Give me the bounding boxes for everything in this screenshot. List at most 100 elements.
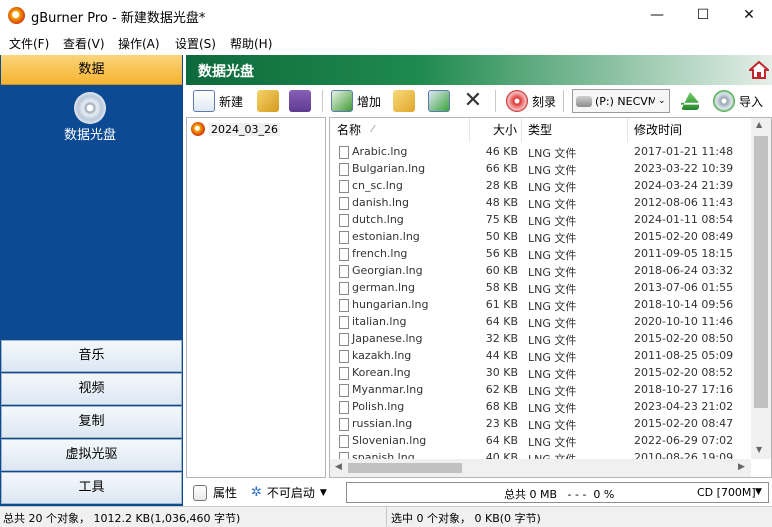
table-row[interactable]: Korean.lng 30 KB LNG 文件 2015-02-20 08:52 bbox=[330, 365, 750, 382]
table-row[interactable]: german.lng 58 KB LNG 文件 2013-07-06 01:55 bbox=[330, 280, 750, 297]
column-name-label: 名称 bbox=[337, 123, 362, 137]
menu-help[interactable]: 帮助(H) bbox=[230, 35, 272, 52]
import-disc-icon bbox=[713, 90, 735, 112]
menu-settings[interactable]: 设置(S) bbox=[175, 35, 216, 52]
file-size: 64 KB bbox=[485, 315, 518, 328]
table-row[interactable]: dutch.lng 75 KB LNG 文件 2024-01-11 08:54 bbox=[330, 212, 750, 229]
new-button-label: 新建 bbox=[219, 94, 244, 109]
menu-view[interactable]: 查看(V) bbox=[63, 35, 105, 52]
new-folder-button[interactable] bbox=[393, 88, 415, 114]
table-row[interactable]: Japanese.lng 32 KB LNG 文件 2015-02-20 08:50 bbox=[330, 331, 750, 348]
media-size-value: CD [700M] bbox=[697, 486, 756, 499]
table-row[interactable]: hungarian.lng 61 KB LNG 文件 2018-10-14 09:56 bbox=[330, 297, 750, 314]
table-row[interactable]: russian.lng 23 KB LNG 文件 2015-02-20 08:47 bbox=[330, 416, 750, 433]
home-icon[interactable] bbox=[747, 60, 771, 80]
horizontal-scroll-thumb[interactable] bbox=[348, 463, 462, 473]
table-row[interactable]: Arabic.lng 46 KB LNG 文件 2017-01-21 11:48 bbox=[330, 144, 750, 161]
file-list[interactable]: 名称 ⁄ 大小 类型 修改时间 Arabic.lng 46 KB LNG 文件 201… bbox=[329, 117, 772, 478]
table-row[interactable]: Polish.lng 68 KB LNG 文件 2023-04-23 21:02 bbox=[330, 399, 750, 416]
table-row[interactable]: kazakh.lng 44 KB LNG 文件 2011-08-25 05:09 bbox=[330, 348, 750, 365]
section-title: 数据光盘 bbox=[198, 64, 254, 80]
table-row[interactable]: cn_sc.lng 28 KB LNG 文件 2024-03-24 21:39 bbox=[330, 178, 750, 195]
table-row[interactable]: Bulgarian.lng 66 KB LNG 文件 2023-03-22 10:39 bbox=[330, 161, 750, 178]
file-icon bbox=[339, 401, 349, 414]
table-row[interactable]: italian.lng 64 KB LNG 文件 2020-10-10 11:46 bbox=[330, 314, 750, 331]
file-icon bbox=[339, 299, 349, 312]
drive-select[interactable]: (P:) NECVM' ⌄ bbox=[572, 89, 670, 113]
scroll-right-icon[interactable]: ▶ bbox=[738, 462, 745, 472]
category-tools-tab[interactable]: 工具 bbox=[1, 472, 182, 504]
column-type-header[interactable]: 类型 bbox=[522, 118, 628, 142]
delete-x-icon: ✕ bbox=[463, 88, 483, 113]
file-icon bbox=[339, 316, 349, 329]
column-name-header[interactable]: 名称 ⁄ bbox=[330, 118, 470, 142]
boot-option-label: 不可启动 bbox=[266, 486, 315, 500]
column-size-header[interactable]: 大小 bbox=[470, 118, 522, 142]
file-size: 48 KB bbox=[485, 196, 518, 209]
drive-select-value: (P:) NECVM' bbox=[595, 94, 655, 108]
file-type: LNG 文件 bbox=[528, 436, 577, 449]
delete-button[interactable]: ✕ bbox=[462, 88, 484, 114]
file-modified: 2023-04-23 21:02 bbox=[634, 400, 734, 413]
category-data-tab[interactable]: 数据 bbox=[1, 55, 182, 85]
table-row[interactable]: estonian.lng 50 KB LNG 文件 2015-02-20 08:49 bbox=[330, 229, 750, 246]
file-name: Polish.lng bbox=[352, 400, 405, 413]
column-modified-header[interactable]: 修改时间 bbox=[628, 118, 752, 142]
open-button[interactable] bbox=[257, 88, 279, 114]
capacity-meter[interactable]: 总共 0 MB - - - 0 % CD [700M] ▼ bbox=[346, 482, 769, 503]
vertical-scroll-thumb[interactable] bbox=[754, 136, 768, 408]
table-row[interactable]: french.lng 56 KB LNG 文件 2011-09-05 18:15 bbox=[330, 246, 750, 263]
file-name: Arabic.lng bbox=[352, 145, 408, 158]
import-button[interactable]: 导入 bbox=[713, 88, 763, 114]
maximize-button[interactable]: ☐ bbox=[680, 0, 726, 31]
table-row[interactable]: Georgian.lng 60 KB LNG 文件 2018-06-24 03:32 bbox=[330, 263, 750, 280]
category-video-tab[interactable]: 视频 bbox=[1, 373, 182, 405]
save-disk-icon bbox=[289, 90, 311, 112]
category-music-tab[interactable]: 音乐 bbox=[1, 340, 182, 372]
file-type: LNG 文件 bbox=[528, 249, 577, 262]
folder-tree[interactable]: 2024_03_26 bbox=[186, 117, 326, 478]
file-name: russian.lng bbox=[352, 417, 413, 430]
tree-root-node[interactable]: 2024_03_26 bbox=[191, 122, 280, 136]
file-modified: 2015-02-20 08:47 bbox=[634, 417, 734, 430]
data-disc-label[interactable]: 数据光盘 bbox=[40, 124, 140, 143]
scroll-left-icon[interactable]: ◀ bbox=[335, 462, 342, 472]
table-row[interactable]: danish.lng 48 KB LNG 文件 2012-08-06 11:43 bbox=[330, 195, 750, 212]
table-row[interactable]: Myanmar.lng 62 KB LNG 文件 2018-10-27 17:16 bbox=[330, 382, 750, 399]
new-button[interactable]: 新建 bbox=[193, 88, 243, 114]
boot-option-dropdown[interactable]: ✲ 不可启动 ▼ bbox=[251, 484, 327, 501]
menu-file[interactable]: 文件(F) bbox=[9, 35, 49, 52]
add-to-compilation-button[interactable] bbox=[428, 88, 450, 114]
minimize-button[interactable]: — bbox=[634, 0, 680, 31]
file-name: french.lng bbox=[352, 247, 408, 260]
file-name: italian.lng bbox=[352, 315, 407, 328]
file-type: LNG 文件 bbox=[528, 232, 577, 245]
table-row[interactable]: Slovenian.lng 64 KB LNG 文件 2022-06-29 07:02 bbox=[330, 433, 750, 450]
file-type: LNG 文件 bbox=[528, 266, 577, 279]
snowflake-icon: ✲ bbox=[251, 485, 262, 500]
category-copy-tab[interactable]: 复制 bbox=[1, 406, 182, 438]
add-button[interactable]: 增加 bbox=[331, 88, 381, 114]
file-modified: 2018-10-27 17:16 bbox=[634, 383, 734, 396]
file-size: 75 KB bbox=[485, 213, 518, 226]
menu-action[interactable]: 操作(A) bbox=[118, 35, 160, 52]
close-button[interactable]: ✕ bbox=[726, 0, 772, 31]
burn-button[interactable]: 刻录 bbox=[506, 88, 556, 114]
file-size: 23 KB bbox=[485, 417, 518, 430]
eject-button[interactable] bbox=[681, 88, 699, 114]
properties-label: 属性 bbox=[213, 486, 238, 500]
burn-button-label: 刻录 bbox=[532, 94, 557, 109]
file-icon bbox=[339, 350, 349, 363]
scroll-down-icon[interactable]: ▼ bbox=[756, 445, 762, 454]
disc-root-icon bbox=[191, 122, 205, 136]
scroll-up-icon[interactable]: ▲ bbox=[756, 120, 762, 129]
file-icon bbox=[339, 384, 349, 397]
file-name: Japanese.lng bbox=[352, 332, 423, 345]
data-disc-icon[interactable] bbox=[74, 92, 106, 124]
media-dropdown-arrow-icon[interactable]: ▼ bbox=[755, 487, 762, 497]
file-icon bbox=[339, 282, 349, 295]
save-button[interactable] bbox=[289, 88, 311, 114]
new-document-icon bbox=[193, 90, 215, 112]
category-virtual-drive-tab[interactable]: 虚拟光驱 bbox=[1, 439, 182, 471]
properties-button[interactable]: 属性 bbox=[193, 484, 237, 501]
